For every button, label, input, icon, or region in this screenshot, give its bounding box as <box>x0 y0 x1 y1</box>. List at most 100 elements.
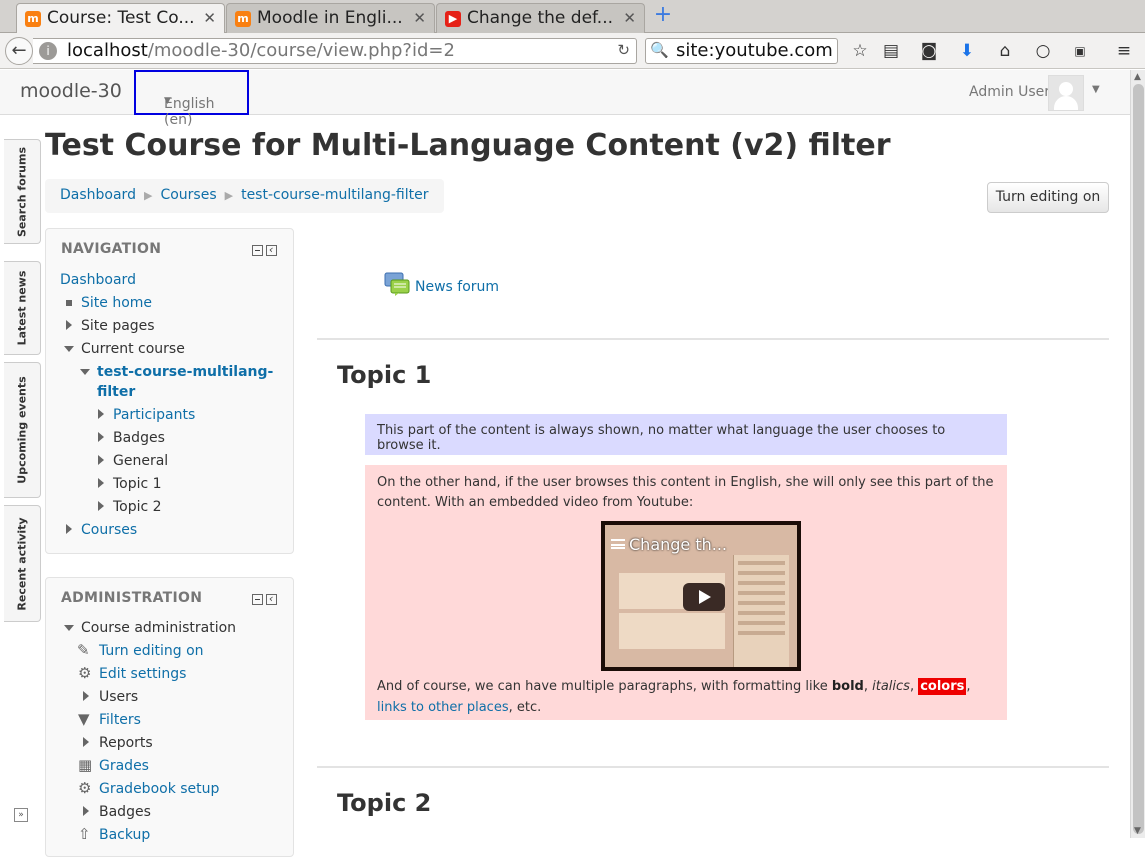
avatar[interactable] <box>1048 75 1084 111</box>
turn-editing-on-button[interactable]: Turn editing on <box>987 182 1109 213</box>
caret-down-icon[interactable]: ▼ <box>1092 84 1100 95</box>
expand-icon[interactable] <box>98 455 104 465</box>
reading-list-icon[interactable]: ▤ <box>880 41 902 63</box>
breadcrumb-course[interactable]: test-course-multilang-filter <box>241 187 428 203</box>
browser-tab-course[interactable]: m Course: Test Co... ✕ <box>16 3 225 34</box>
chat-icon[interactable]: ○ <box>1032 41 1054 63</box>
nav-site-home[interactable]: Site home <box>81 294 152 312</box>
pocket-icon[interactable]: ◙ <box>918 41 940 63</box>
expand-icon[interactable] <box>66 320 72 330</box>
nav-topic-2[interactable]: Topic 2 <box>113 498 162 516</box>
expand-icon[interactable] <box>66 524 72 534</box>
collapse-icon[interactable] <box>80 369 90 375</box>
dock-icon[interactable] <box>266 243 277 256</box>
admin-reports[interactable]: Reports <box>99 734 153 752</box>
expand-icon[interactable] <box>83 737 89 747</box>
search-bar[interactable]: 🔍 site:youtube.com <box>645 38 838 64</box>
dock-tab-search-forums[interactable]: Search forums <box>4 139 41 244</box>
admin-filters[interactable]: Filters <box>99 711 141 729</box>
breadcrumb-dashboard[interactable]: Dashboard <box>60 187 136 203</box>
italic-text: italics <box>872 679 910 694</box>
admin-edit-settings[interactable]: Edit settings <box>99 665 186 683</box>
nav-course-name[interactable]: test-course-multilang- <box>97 363 273 381</box>
nav-current-course[interactable]: Current course <box>81 340 185 358</box>
news-forum-link[interactable]: News forum <box>415 279 499 295</box>
back-button[interactable]: ← <box>5 37 33 65</box>
dock-icon[interactable] <box>266 592 277 605</box>
admin-turn-editing-on[interactable]: Turn editing on <box>99 642 204 660</box>
collapse-icon[interactable] <box>64 625 74 631</box>
dock-tab-recent-activity[interactable]: Recent activity <box>4 505 41 622</box>
collapse-icon[interactable] <box>64 346 74 352</box>
video-sidebar <box>733 555 789 667</box>
minimize-icon[interactable] <box>252 594 263 605</box>
browser-tab-moodle[interactable]: m Moodle in Engli... ✕ <box>226 3 435 33</box>
home-icon[interactable]: ⌂ <box>994 41 1016 63</box>
video-panel <box>619 613 725 649</box>
upload-icon: ⇧ <box>78 825 91 843</box>
minimize-icon[interactable] <box>252 245 263 256</box>
new-tab-icon[interactable]: + <box>652 4 674 28</box>
breadcrumb: Dashboard ▶ Courses ▶ test-course-multilang-… <box>45 179 444 213</box>
dock-expand-icon[interactable]: » <box>14 808 28 822</box>
close-icon[interactable]: ✕ <box>413 4 426 32</box>
nav-course-name-cont[interactable]: filter <box>97 383 135 401</box>
expand-icon[interactable] <box>98 478 104 488</box>
admin-gradebook-setup[interactable]: Gradebook setup <box>99 780 219 798</box>
close-icon[interactable]: ✕ <box>203 4 216 32</box>
bookmark-star-icon[interactable]: ☆ <box>849 41 871 63</box>
block-controls <box>249 592 277 605</box>
admin-users[interactable]: Users <box>99 688 138 706</box>
formatting-paragraph: And of course, we can have multiple para… <box>377 676 997 718</box>
expand-icon[interactable] <box>98 501 104 511</box>
url-path: /moodle-30/course/view.php?id=2 <box>147 40 455 61</box>
nav-site-pages[interactable]: Site pages <box>81 317 155 335</box>
play-button[interactable] <box>683 583 725 611</box>
download-icon[interactable]: ⬇ <box>956 41 978 63</box>
menu-icon[interactable]: ≡ <box>1113 41 1135 63</box>
scrollbar-thumb[interactable] <box>1133 84 1144 834</box>
scroll-up-icon[interactable]: ▲ <box>1134 72 1141 82</box>
dock-tab-upcoming-events[interactable]: Upcoming events <box>4 362 41 498</box>
page-scrollbar[interactable]: ▲ ▼ <box>1130 70 1145 838</box>
language-menu[interactable]: English (en) ▼ <box>134 70 249 128</box>
close-icon[interactable]: ✕ <box>623 4 636 32</box>
tab-title: Course: Test Co... <box>47 8 195 28</box>
para-text: , etc. <box>508 700 542 715</box>
expand-icon[interactable] <box>83 806 89 816</box>
admin-course-administration[interactable]: Course administration <box>81 619 236 637</box>
nav-badges[interactable]: Badges <box>113 429 165 447</box>
expand-icon[interactable] <box>98 409 104 419</box>
user-menu[interactable]: Admin User <box>969 84 1050 100</box>
dock-tab-latest-news[interactable]: Latest news <box>4 261 41 355</box>
search-icon: 🔍 <box>650 41 669 59</box>
tab-title: Moodle in Engli... <box>257 8 403 28</box>
site-brand[interactable]: moodle-30 <box>20 80 122 102</box>
nav-topic-1[interactable]: Topic 1 <box>113 475 162 493</box>
admin-badges[interactable]: Badges <box>99 803 151 821</box>
other-places-link[interactable]: links to other places <box>377 700 509 715</box>
admin-grades[interactable]: Grades <box>99 757 149 775</box>
url-bar[interactable]: i localhost/moodle-30/course/view.php?id… <box>33 38 637 64</box>
scroll-down-icon[interactable]: ▼ <box>1134 826 1141 836</box>
english-content-box: On the other hand, if the user browses t… <box>365 465 1007 720</box>
expand-icon[interactable] <box>98 432 104 442</box>
english-paragraph: On the other hand, if the user browses t… <box>377 475 994 510</box>
page-title: Test Course for Multi-Language Content (… <box>45 128 891 163</box>
breadcrumb-separator-icon: ▶ <box>224 189 234 202</box>
colored-text: colors <box>918 678 967 695</box>
expand-icon[interactable] <box>83 691 89 701</box>
breadcrumb-courses[interactable]: Courses <box>160 187 216 203</box>
browser-tab-youtube[interactable]: ▶ Change the def... ✕ <box>436 3 645 33</box>
nav-participants[interactable]: Participants <box>113 406 195 424</box>
nav-courses[interactable]: Courses <box>81 521 137 539</box>
admin-backup[interactable]: Backup <box>99 826 150 844</box>
site-info-icon[interactable]: i <box>39 42 57 60</box>
topic-1-title: Topic 1 <box>337 361 432 389</box>
nav-dashboard[interactable]: Dashboard <box>60 271 136 289</box>
search-text: site:youtube.com <box>676 40 833 61</box>
nav-general[interactable]: General <box>113 452 168 470</box>
reload-icon[interactable]: ↻ <box>617 41 630 59</box>
youtube-video[interactable]: Change th... <box>601 521 801 671</box>
youtube-extension-icon[interactable]: ▣ <box>1069 41 1091 63</box>
